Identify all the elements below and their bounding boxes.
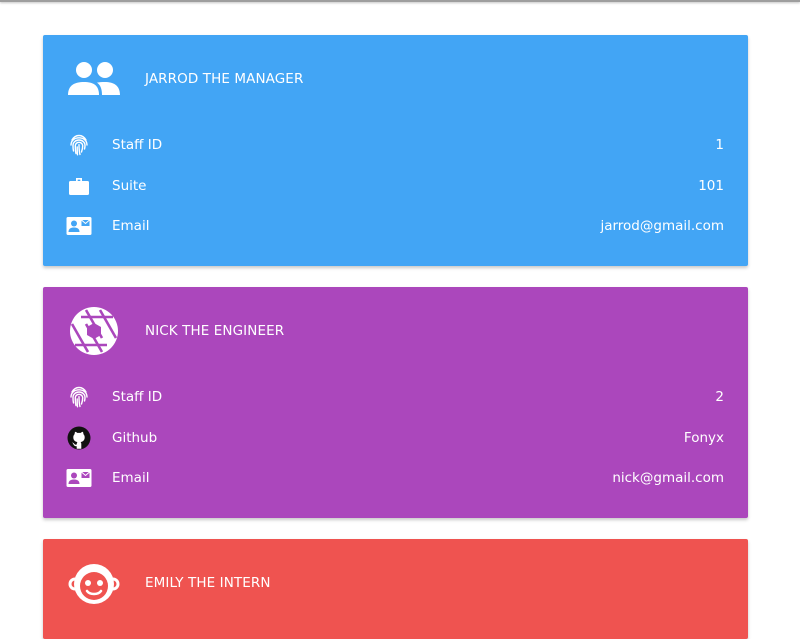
- camera-shutter-icon: [66, 303, 122, 359]
- row-email: Email jarrod@gmail.com: [43, 206, 748, 247]
- row-staff-id: Staff ID 1: [43, 125, 748, 166]
- robot-face-icon: [66, 555, 122, 611]
- row-value: 2: [715, 389, 724, 406]
- row-value: nick@gmail.com: [612, 470, 724, 487]
- card-header: NICK THE ENGINEER: [43, 287, 748, 375]
- card-intern: EMILY THE INTERN: [43, 539, 748, 639]
- row-label: Email: [112, 218, 150, 235]
- row-staff-id: Staff ID 2: [43, 377, 748, 418]
- row-label: Staff ID: [112, 389, 163, 406]
- github-icon: [65, 426, 93, 450]
- row-label: Suite: [112, 177, 147, 194]
- contact-mail-icon: [65, 214, 93, 238]
- fingerprint-icon: [65, 133, 93, 157]
- card-title: NICK THE ENGINEER: [145, 323, 285, 339]
- card-title: EMILY THE INTERN: [145, 575, 271, 591]
- row-label: Staff ID: [112, 137, 163, 154]
- fingerprint-icon: [65, 385, 93, 409]
- card-header: JARROD THE MANAGER: [43, 35, 748, 123]
- card-title: JARROD THE MANAGER: [145, 71, 304, 87]
- row-value: jarrod@gmail.com: [600, 218, 724, 235]
- card-engineer: NICK THE ENGINEER Staff ID 2 Github Fony…: [43, 287, 748, 518]
- row-github: Github Fonyx: [43, 418, 748, 459]
- row-value: 101: [698, 177, 724, 194]
- group-icon: [66, 51, 122, 107]
- card-manager: JARROD THE MANAGER Staff ID 1 Suite 101 …: [43, 35, 748, 266]
- row-label: Email: [112, 470, 150, 487]
- briefcase-icon: [65, 174, 93, 198]
- row-email: Email nick@gmail.com: [43, 458, 748, 499]
- row-suite: Suite 101: [43, 166, 748, 207]
- row-label: Github: [112, 429, 158, 446]
- contact-mail-icon: [65, 466, 93, 490]
- card-header: EMILY THE INTERN: [43, 539, 748, 627]
- row-value: Fonyx: [683, 429, 724, 446]
- row-value: 1: [715, 137, 724, 154]
- top-app-bar-shadow: [0, 0, 800, 2]
